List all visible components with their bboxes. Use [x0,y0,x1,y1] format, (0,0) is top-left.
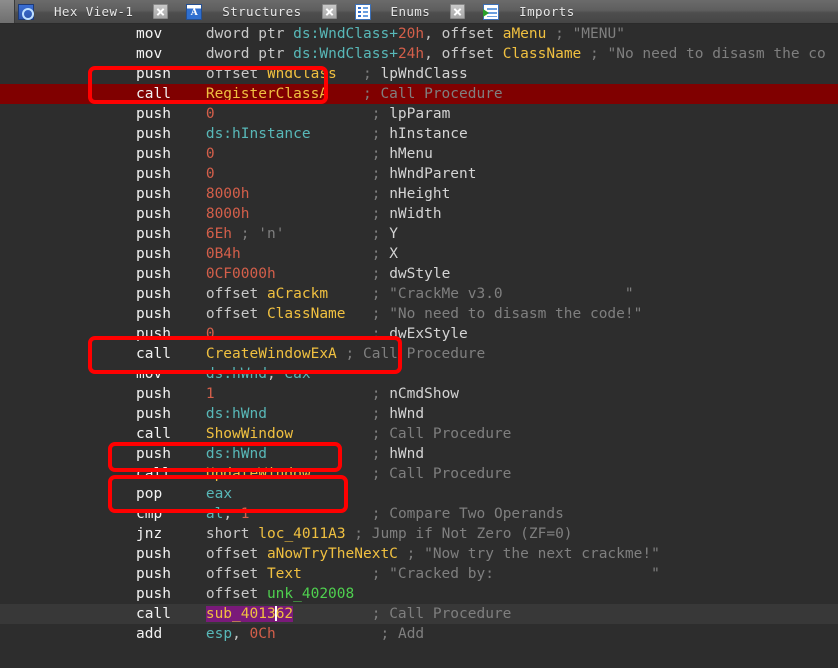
disasm-line[interactable]: push offset unk_402008 [0,584,838,604]
data-symbol-unk-402008[interactable]: unk_402008 [267,586,354,602]
tab-hex-view-1[interactable]: Hex View-1 [0,0,169,23]
close-icon-enums[interactable] [450,4,466,19]
disasm-line[interactable]: push 0 ; hWndParent [0,164,838,184]
disasm-line[interactable]: push 0 ; lpParam [0,104,838,124]
disasm-line[interactable]: push ds:hWnd ; hWnd [0,444,838,464]
disasm-line[interactable]: mov dword ptr ds:WndClass+20h, offset aM… [0,24,838,44]
mnemonic: mov [136,26,163,42]
tab-label-structures: Structures [222,4,302,19]
call-target-createwindowexa[interactable]: CreateWindowExA [206,346,337,362]
enums-icon [354,3,371,20]
tab-label-enums: Enums [390,4,431,19]
disasm-line[interactable]: jnz short loc_4011A3 ; Jump if Not Zero … [0,524,838,544]
mnemonic: mov [136,46,163,62]
disasm-line[interactable]: push offset WndClass ; lpWndClass [0,64,838,84]
disasm-line-showwindow[interactable]: call ShowWindow ; Call Procedure [0,424,838,444]
mnemonic: call [136,86,171,102]
disasm-line[interactable]: mov dword ptr ds:WndClass+24h, offset Cl… [0,44,838,64]
tab-label-imports: Imports [519,4,575,19]
disasm-line[interactable]: push 0 ; hMenu [0,144,838,164]
disasm-line[interactable]: add esp, 0Ch ; Add [0,624,838,644]
close-icon-structures[interactable] [321,4,337,19]
disasm-line[interactable]: push ds:hInstance ; hInstance [0,124,838,144]
structures-icon: A [186,3,203,20]
call-target-showwindow[interactable]: ShowWindow [206,426,293,442]
disasm-line-updatewindow[interactable]: call UpdateWindow ; Call Procedure [0,464,838,484]
hex-view-icon [18,3,34,20]
disassembly-pane[interactable]: mov dword ptr ds:WndClass+20h, offset aM… [0,24,838,668]
disasm-line-registerclassa[interactable]: call RegisterClassA ; Call Procedure [0,84,838,104]
disasm-line[interactable]: push offset Text ; "Cracked by: " [0,564,838,584]
text-caret [274,606,277,621]
disasm-line[interactable]: push offset aNowTryTheNextC ; "Now try t… [0,544,838,564]
imports-icon [483,3,500,20]
disasm-line[interactable]: push 6Eh ; 'n' ; Y [0,224,838,244]
tab-structures[interactable]: A Structures [168,0,337,23]
tab-label-hex-view-1: Hex View-1 [54,4,134,19]
disasm-line[interactable]: push 0 ; dwExStyle [0,324,838,344]
tab-enums[interactable]: Enums [337,0,466,23]
disasm-line[interactable]: push offset ClassName ; "No need to disa… [0,304,838,324]
call-target-sub-401362[interactable]: sub_401362 [205,606,294,622]
jump-target-loc-4011a3[interactable]: loc_4011A3 [258,526,345,542]
tab-imports[interactable]: Imports [465,0,594,23]
disasm-line[interactable]: push ds:hWnd ; hWnd [0,404,838,424]
disasm-line[interactable]: push offset aCrackm ; "CrackMe v3.0 " [0,284,838,304]
call-target-updatewindow[interactable]: UpdateWindow [206,466,311,482]
disasm-line[interactable]: pop eax [0,484,838,504]
disasm-line[interactable]: push 1 ; nCmdShow [0,384,838,404]
disasm-line-current[interactable]: call sub_401362 ; Call Procedure [0,604,838,624]
disasm-line[interactable]: mov ds:hWnd, eax [0,364,838,384]
tab-bar: Hex View-1 A Structures Enums Imports [0,0,838,24]
disasm-line[interactable]: cmp al, 1 ; Compare Two Operands [0,504,838,524]
call-target-registerclassa[interactable]: RegisterClassA [206,86,328,102]
disasm-line[interactable]: push 0B4h ; X [0,244,838,264]
disasm-line[interactable]: push 0CF0000h ; dwStyle [0,264,838,284]
disasm-line[interactable]: push 8000h ; nHeight [0,184,838,204]
disasm-line-createwindowexa[interactable]: call CreateWindowExA ; Call Procedure [0,344,838,364]
mnemonic: push [136,66,171,82]
disasm-line[interactable]: push 8000h ; nWidth [0,204,838,224]
close-icon-hex-view-1[interactable] [153,4,169,19]
